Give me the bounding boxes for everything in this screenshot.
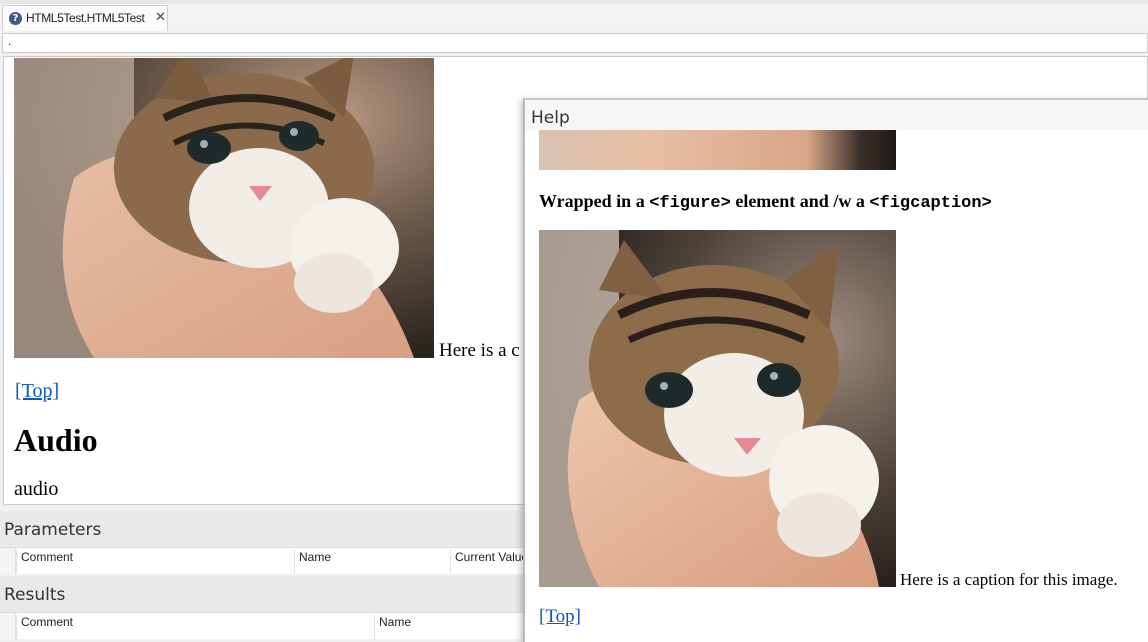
column-comment[interactable]: Comment xyxy=(16,550,294,574)
audio-heading: Audio xyxy=(14,422,98,458)
row-gutter xyxy=(0,548,16,574)
tab-html5test[interactable]: ? HTML5Test.HTML5Test ✕ xyxy=(2,5,168,31)
top-link[interactable]: [Top] xyxy=(15,380,59,403)
figcaption-tag: <figcaption> xyxy=(869,194,992,213)
help-top-link[interactable]: [Top] xyxy=(539,606,581,628)
figure-caption: Here is a caption for this image. xyxy=(900,570,1118,589)
heading-text-mid: element and /w a xyxy=(730,191,870,211)
close-icon[interactable]: ✕ xyxy=(155,10,166,25)
kitten-figure-image xyxy=(539,230,896,587)
help-title: Help xyxy=(531,108,570,128)
parameters-title: Parameters xyxy=(4,520,102,540)
row-gutter xyxy=(0,613,16,639)
figure-heading: Wrapped in a <figure> element and /w a <… xyxy=(539,191,992,213)
help-icon: ? xyxy=(9,12,22,25)
address-value: . xyxy=(8,34,12,48)
column-comment[interactable]: Comment xyxy=(16,615,374,639)
figure-tag: <figure> xyxy=(649,194,731,213)
help-title-bar[interactable]: Help xyxy=(525,100,1148,130)
column-name[interactable]: Name xyxy=(294,550,450,574)
results-title: Results xyxy=(4,585,66,605)
kitten-image-cropped xyxy=(539,130,896,170)
heading-text-start: Wrapped in a xyxy=(539,191,650,211)
audio-text: audio xyxy=(14,478,59,500)
help-window[interactable]: Help Wrapped in a <figure> element and /… xyxy=(523,98,1148,642)
tab-title: HTML5Test.HTML5Test xyxy=(26,11,145,25)
tab-strip xyxy=(0,0,1148,31)
kitten-image xyxy=(14,58,434,358)
address-bar[interactable]: . xyxy=(2,33,1148,53)
image-caption: Here is a c xyxy=(439,340,520,361)
